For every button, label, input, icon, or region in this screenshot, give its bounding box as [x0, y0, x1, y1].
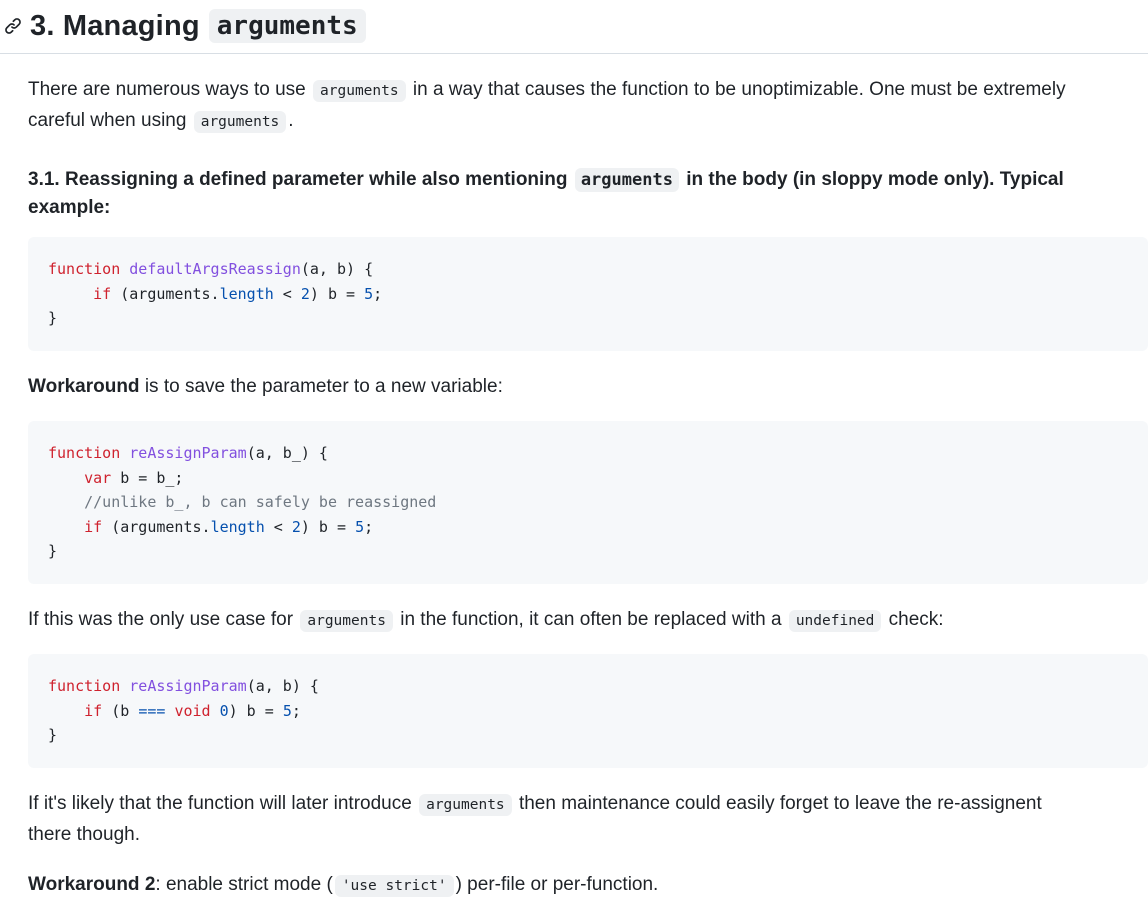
- code-line: function reAssignParam(a, b) {: [48, 677, 319, 695]
- code-line: }: [48, 726, 58, 744]
- workaround-paragraph: Workaround is to save the parameter to a…: [28, 372, 1128, 402]
- intro-text-3: careful when using: [28, 110, 187, 131]
- intro-paragraph: There are numerous ways to use arguments…: [28, 75, 1128, 137]
- replacement-paragraph: If this was the only use case for argume…: [28, 609, 944, 632]
- inline-code: arguments: [193, 111, 287, 133]
- section-heading: 3. Managing arguments: [0, 4, 366, 48]
- heading-code: arguments: [208, 9, 366, 43]
- code-line: }: [48, 542, 58, 560]
- maintenance-paragraph: If it's likely that the function will la…: [28, 793, 1042, 845]
- intro-text-2: in a way that causes the function to be …: [412, 79, 1066, 100]
- subheading-text-1: 3.1. Reassigning a defined parameter whi…: [28, 169, 568, 190]
- code-line: //unlike b_, b can safely be reassigned: [84, 493, 437, 511]
- code-line: if (arguments.length < 2) b = 5;: [84, 517, 374, 536]
- inline-code: 'use strict': [334, 875, 454, 897]
- inline-code: undefined: [788, 610, 882, 632]
- subsection-heading: 3.1. Reassigning a defined parameter whi…: [28, 166, 1108, 221]
- code-line: if (b === void 0) b = 5;: [84, 701, 301, 720]
- workaround-label: Workaround: [28, 376, 140, 397]
- link-icon[interactable]: [4, 15, 26, 37]
- workaround-2-paragraph: Workaround 2: enable strict mode ('use s…: [28, 874, 659, 897]
- code-block-1: function defaultArgsReassign(a, b) { if …: [28, 237, 1148, 351]
- code-line: }: [48, 309, 58, 327]
- intro-text-4: .: [288, 110, 294, 131]
- workaround-text: is to save the parameter to a new variab…: [139, 376, 503, 397]
- inline-code: arguments: [419, 794, 512, 816]
- code-block-2: function reAssignParam(a, b_) { var b = …: [28, 421, 1148, 584]
- code-line: function reAssignParam(a, b_) {: [48, 444, 328, 462]
- heading-text: 3. Managing: [30, 9, 200, 42]
- code-line: var b = b_;: [84, 468, 184, 487]
- inline-code: arguments: [300, 610, 393, 632]
- code-line: function defaultArgsReassign(a, b) {: [48, 260, 374, 278]
- inline-code: arguments: [313, 80, 406, 102]
- heading-divider: [0, 53, 1148, 54]
- subheading-code: arguments: [574, 168, 679, 192]
- code-block-3: function reAssignParam(a, b) { if (b ===…: [28, 654, 1148, 768]
- subheading-text-3: example:: [28, 197, 111, 218]
- workaround-2-label: Workaround 2: [28, 874, 156, 895]
- code-line: if (arguments.length < 2) b = 5;: [93, 284, 383, 303]
- subheading-text-2: in the body (in sloppy mode only). Typic…: [686, 169, 1064, 190]
- intro-text-1: There are numerous ways to use: [28, 79, 306, 100]
